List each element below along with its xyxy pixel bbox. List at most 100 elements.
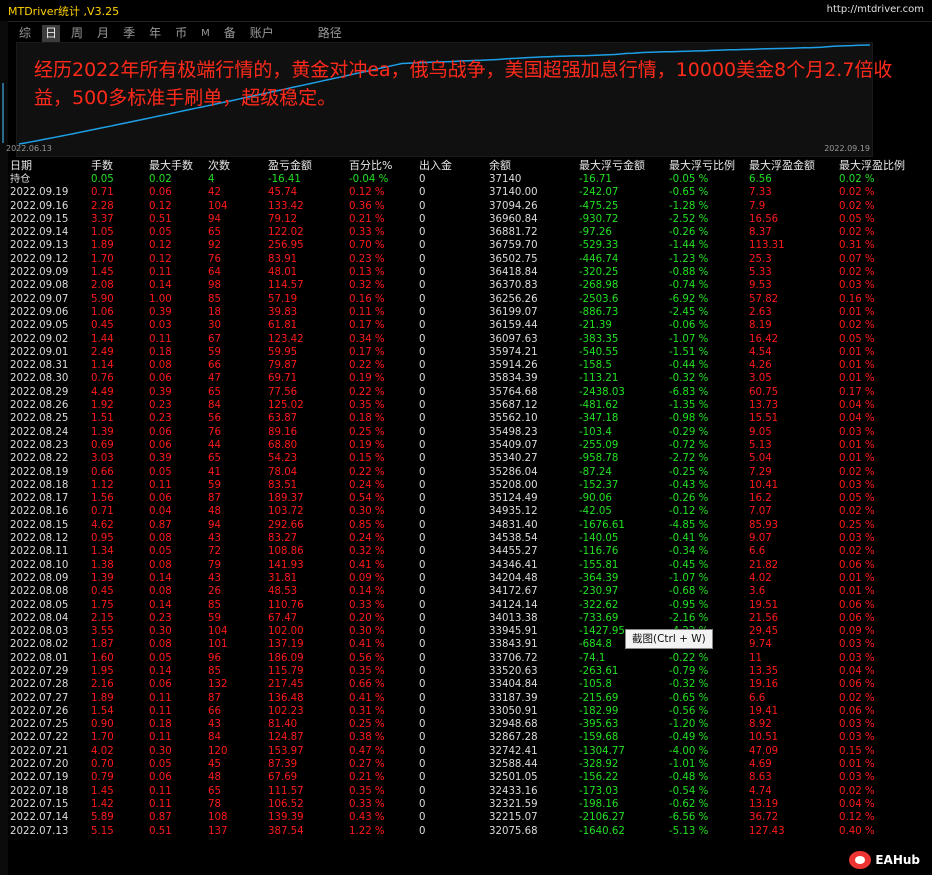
table-cell: -0.12 % (669, 506, 709, 518)
table-cell: -2.16 % (669, 612, 709, 624)
table-cell: 110.76 (268, 599, 304, 611)
table-cell: 34831.40 (489, 519, 538, 531)
tab-7[interactable]: M (198, 25, 213, 42)
website-link[interactable]: http://mtdriver.com (827, 4, 924, 15)
table-cell: 9.53 (749, 280, 772, 292)
table-cell: 0 (419, 772, 426, 784)
table-cell: -0.45 % (669, 559, 709, 571)
table-cell: 2022.07.26 (10, 705, 69, 717)
table-cell: 5.15 (91, 825, 114, 837)
table-cell: 0.03 % (839, 426, 875, 438)
table-cell: 0.01 % (839, 759, 875, 771)
table-cell: -1.23 % (669, 253, 709, 265)
tab-0[interactable]: 综 (16, 25, 34, 42)
table-cell: 2022.09.15 (10, 213, 69, 225)
table-cell: -103.4 (579, 426, 612, 438)
tab-4[interactable]: 季 (120, 25, 138, 42)
tab-6[interactable]: 币 (172, 25, 190, 42)
table-cell: 106.52 (268, 798, 304, 810)
table-row: 2022.08.03 3.55 0.30 104 102.00 0.30 % 0 33945.… (10, 625, 909, 638)
table-cell: 13.19 (749, 798, 779, 810)
table-cell: 2022.09.12 (10, 253, 69, 265)
table-cell: 4.26 (749, 360, 772, 372)
table-cell: 0.05 (149, 466, 172, 478)
table-cell: 0.25 % (839, 519, 875, 531)
table-cell: 35974.21 (489, 346, 538, 358)
table-cell: 34013.38 (489, 612, 538, 624)
table-cell: 78 (208, 798, 221, 810)
table-cell: 0.11 (149, 333, 172, 345)
table-cell: 2022.08.22 (10, 453, 69, 465)
table-cell: 67.47 (268, 612, 298, 624)
table-cell: 0 (419, 679, 426, 691)
table-cell: 0.06 % (839, 599, 875, 611)
table-cell: 0 (419, 812, 426, 824)
table-cell: 4.62 (91, 519, 114, 531)
table-cell: 1.22 % (349, 825, 385, 837)
table-cell: 61.81 (268, 320, 298, 332)
tab-8[interactable]: 备 (221, 25, 239, 42)
title-bar: MTDriver统计 ,V3.25 http://mtdriver.com (0, 0, 932, 22)
table-cell: 0.22 % (349, 466, 385, 478)
table-cell: 132 (208, 679, 228, 691)
position-row: 持仓 0.05 0.02 4 -16.41 -0.04 % 0 37140 -16.71 -0.0… (10, 173, 909, 186)
table-cell: -2106.27 (579, 812, 625, 824)
table-row: 2022.08.16 0.71 0.04 48 103.72 0.30 % 0 34935.1… (10, 505, 909, 518)
table-cell: 2022.08.26 (10, 400, 69, 412)
table-cell: -0.32 % (669, 679, 709, 691)
table-cell: 0 (419, 506, 426, 518)
window-title: MTDriver统计 ,V3.25 (8, 5, 120, 18)
table-cell: 2022.07.29 (10, 665, 69, 677)
table-cell: 292.66 (268, 519, 304, 531)
table-cell: 83.51 (268, 479, 298, 491)
table-cell: 25.3 (749, 253, 772, 265)
table-cell: -2.72 % (669, 453, 709, 465)
table-cell: 34346.41 (489, 559, 538, 571)
table-cell: 6.6 (749, 692, 766, 704)
table-cell: 0.03 % (839, 639, 875, 651)
eahub-logo-icon (849, 851, 872, 869)
table-cell: 0.02 (149, 174, 172, 185)
table-cell: 85 (208, 599, 221, 611)
table-cell: 43 (208, 572, 221, 584)
table-cell: 0 (419, 479, 426, 491)
table-row: 2022.08.17 1.56 0.06 87 189.37 0.54 % 0 35124.4… (10, 492, 909, 505)
table-cell: 0.43 % (349, 812, 385, 824)
table-cell: 0.08 (149, 533, 172, 545)
table-row: 2022.07.13 5.15 0.51 137 387.54 1.22 % 0 32075.… (10, 825, 909, 838)
tab-3[interactable]: 月 (94, 25, 112, 42)
table-row: 2022.09.15 3.37 0.51 94 79.12 0.21 % 0 36960.84… (10, 213, 909, 226)
table-cell: -0.65 % (669, 692, 709, 704)
tab-10[interactable]: 路径 (315, 25, 345, 42)
table-cell: 0 (419, 413, 426, 425)
table-cell: 0 (419, 798, 426, 810)
table-cell: 0.34 % (349, 333, 385, 345)
screenshot-tooltip: 截图(Ctrl + W) (625, 629, 713, 649)
table-row: 2022.09.08 2.08 0.14 98 114.57 0.32 % 0 36370.8… (10, 279, 909, 292)
table-cell: 0 (419, 240, 426, 252)
tab-1[interactable]: 日 (42, 24, 61, 42)
table-cell: 1.14 (91, 360, 114, 372)
table-row: 2022.09.14 1.05 0.05 65 122.02 0.33 % 0 36881.7… (10, 226, 909, 239)
tab-5[interactable]: 年 (146, 25, 164, 42)
table-cell: -158.5 (579, 360, 612, 372)
table-cell: 0.08 (149, 586, 172, 598)
tab-9[interactable]: 账户 (247, 25, 277, 42)
table-cell: 33520.63 (489, 665, 538, 677)
tab-2[interactable]: 周 (68, 25, 86, 42)
table-cell: 0 (419, 705, 426, 717)
table-cell: 77.56 (268, 386, 298, 398)
table-row: 2022.08.08 0.45 0.08 26 48.53 0.14 % 0 34172.67… (10, 585, 909, 598)
table-cell: 32321.59 (489, 798, 538, 810)
table-cell: -116.76 (579, 546, 619, 558)
table-cell: 0.06 (149, 187, 172, 199)
table-cell: 0.06 (149, 679, 172, 691)
table-cell: -0.56 % (669, 705, 709, 717)
table-cell: -886.73 (579, 306, 619, 318)
table-cell: 2022.08.18 (10, 479, 69, 491)
table-cell: 0.69 (91, 439, 114, 451)
table-cell: 0.01 % (839, 360, 875, 372)
table-cell: -5.13 % (669, 825, 709, 837)
table-cell: -1.07 % (669, 333, 709, 345)
table-cell: 0 (419, 732, 426, 744)
